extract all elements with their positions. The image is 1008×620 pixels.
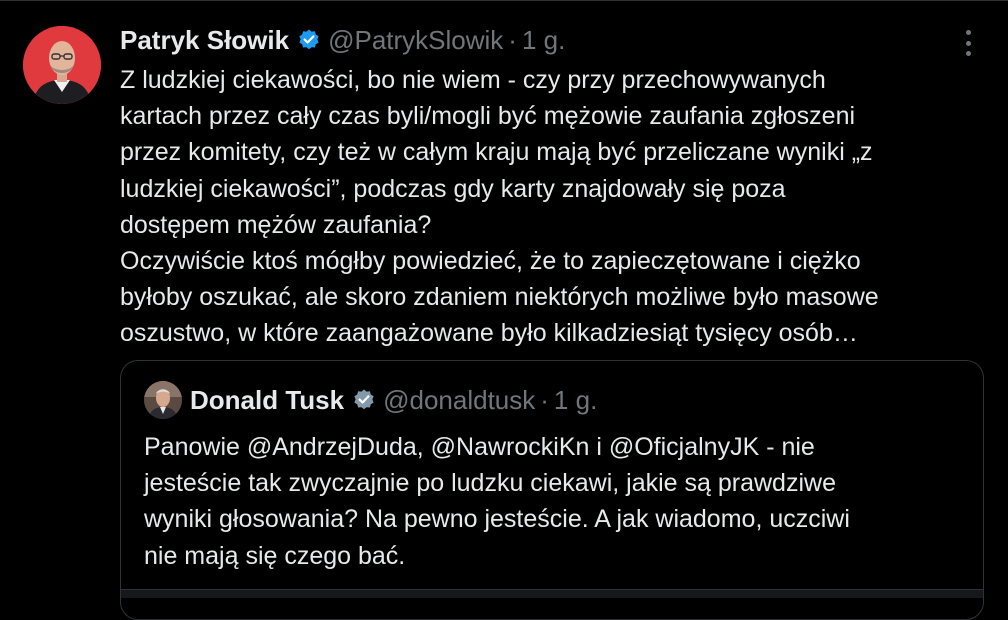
author-name[interactable]: Patryk Słowik [120,25,289,56]
person-avatar-icon [23,26,101,104]
more-dot [965,30,971,35]
author-handle[interactable]: @PatrykSlowik [328,25,503,56]
post-timestamp[interactable]: 1 g. [522,25,565,56]
verified-gray-badge-icon[interactable] [352,388,376,412]
quoted-post-timestamp[interactable]: 1 g. [554,385,597,416]
quoted-post-header: Donald Tusk @donaldtusk · 1 g. [190,382,597,418]
more-dot [965,40,971,46]
author-avatar[interactable] [23,26,101,104]
quoted-author-name[interactable]: Donald Tusk [190,385,344,416]
more-dot [965,51,971,56]
separator-dot: · [508,24,517,55]
post-text: Z ludzkiej ciekawości, bo nie wiem - czy… [120,66,879,348]
person-avatar-icon [144,381,182,419]
verified-badge-icon[interactable] [297,28,321,52]
post-header: Patryk Słowik @PatrykSlowik · 1 g. [120,22,565,58]
quoted-post-text: Panowie @AndrzejDuda, @NawrockiKn i @Ofi… [144,433,850,570]
separator-dot: · [540,384,549,415]
quoted-author-handle[interactable]: @donaldtusk [383,385,535,416]
top-divider [0,0,1008,1]
quoted-author-avatar[interactable] [144,381,182,419]
more-options-icon[interactable] [958,30,978,56]
